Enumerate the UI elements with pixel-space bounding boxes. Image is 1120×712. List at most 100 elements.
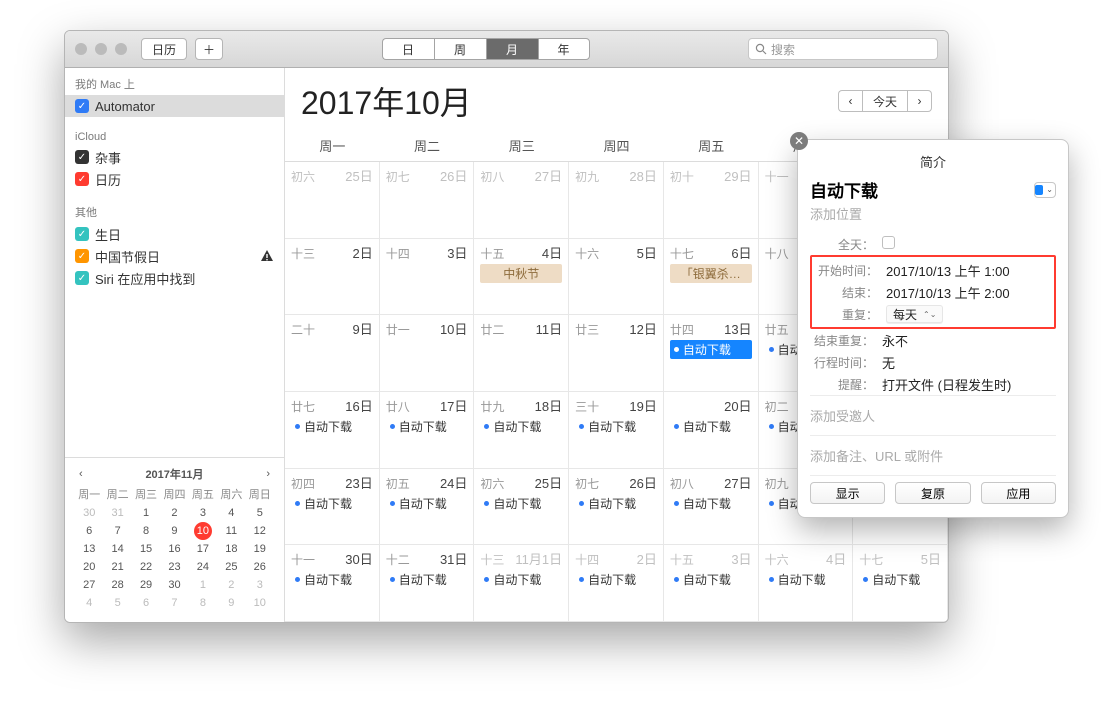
sidebar-item-automator[interactable]: ✓ Automator xyxy=(65,95,284,117)
view-year[interactable]: 年 xyxy=(538,38,590,60)
event[interactable]: 自动下载 xyxy=(386,570,468,589)
mini-day[interactable]: 27 xyxy=(75,576,103,594)
day-cell[interactable]: 20日自动下载 xyxy=(664,392,759,469)
sidebar-item-misc[interactable]: ✓ 杂事 xyxy=(65,146,284,168)
checkbox-icon[interactable]: ✓ xyxy=(75,150,89,164)
event[interactable]: 自动下载 xyxy=(765,570,847,589)
mini-day[interactable]: 20 xyxy=(75,558,103,576)
day-cell[interactable]: 十五3日自动下载 xyxy=(664,545,759,622)
mini-day[interactable]: 3 xyxy=(189,504,217,522)
event[interactable]: 自动下载 xyxy=(575,417,657,436)
mini-day[interactable]: 12 xyxy=(246,522,274,540)
day-cell[interactable]: 廿七16日自动下载 xyxy=(285,392,380,469)
day-cell[interactable]: 初八27日 xyxy=(474,162,569,239)
day-cell[interactable]: 十四3日 xyxy=(380,239,475,316)
mini-day[interactable]: 5 xyxy=(103,594,131,612)
day-cell[interactable]: 三十19日自动下载 xyxy=(569,392,664,469)
view-month[interactable]: 月 xyxy=(486,38,538,60)
add-invitees-field[interactable]: 添加受邀人 xyxy=(810,395,1056,435)
day-cell[interactable]: 初四23日自动下载 xyxy=(285,469,380,546)
event[interactable]: 自动下载 xyxy=(670,570,752,589)
mini-day[interactable]: 14 xyxy=(103,540,131,558)
event[interactable]: 自动下载 xyxy=(480,417,562,436)
mini-day[interactable]: 10 xyxy=(246,594,274,612)
end-repeat-field[interactable]: 永不 xyxy=(882,331,908,350)
view-segmented-control[interactable]: 日 周 月 年 xyxy=(382,38,590,60)
add-location-field[interactable]: 添加位置 xyxy=(810,204,1056,223)
mini-day[interactable]: 26 xyxy=(246,558,274,576)
event-holiday[interactable]: 「银翼杀… xyxy=(670,264,752,283)
day-cell[interactable]: 十二31日自动下载 xyxy=(380,545,475,622)
add-event-button[interactable]: ＋ xyxy=(195,38,223,60)
mini-day[interactable]: 18 xyxy=(217,540,245,558)
mini-day[interactable]: 16 xyxy=(160,540,188,558)
close-icon[interactable] xyxy=(75,43,87,55)
mini-day[interactable]: 21 xyxy=(103,558,131,576)
mini-day[interactable]: 24 xyxy=(189,558,217,576)
checkbox-icon[interactable]: ✓ xyxy=(75,172,89,186)
day-cell[interactable]: 廿一10日 xyxy=(380,315,475,392)
event[interactable]: 自动下载 xyxy=(670,417,752,436)
day-cell[interactable]: 十四2日自动下载 xyxy=(569,545,664,622)
day-cell[interactable]: 二十9日 xyxy=(285,315,380,392)
alert-field[interactable]: 打开文件 (日程发生时) xyxy=(882,375,1011,394)
day-cell[interactable]: 十七5日自动下载 xyxy=(853,545,948,622)
mini-day[interactable]: 2 xyxy=(217,576,245,594)
mini-day[interactable]: 9 xyxy=(160,522,188,540)
mini-day[interactable]: 11 xyxy=(217,522,245,540)
mini-day[interactable]: 10 xyxy=(189,522,217,540)
calendar-color-picker[interactable]: ⌄ xyxy=(1034,182,1056,198)
mini-day[interactable]: 19 xyxy=(246,540,274,558)
sidebar-item-birthday[interactable]: ✓ 生日 xyxy=(65,223,284,245)
day-cell[interactable]: 初十29日 xyxy=(664,162,759,239)
event-holiday[interactable]: 中秋节 xyxy=(480,264,562,283)
show-button[interactable]: 显示 xyxy=(810,482,885,504)
day-cell[interactable]: 初七26日 xyxy=(380,162,475,239)
mini-day[interactable]: 6 xyxy=(132,594,160,612)
day-cell[interactable]: 廿四13日自动下载 xyxy=(664,315,759,392)
day-cell[interactable]: 初六25日 xyxy=(285,162,380,239)
mini-day[interactable]: 28 xyxy=(103,576,131,594)
event[interactable]: 自动下载 xyxy=(386,494,468,513)
day-cell[interactable]: 初七26日自动下载 xyxy=(569,469,664,546)
today-button[interactable]: 今天 xyxy=(862,90,908,112)
mini-day[interactable]: 8 xyxy=(189,594,217,612)
event[interactable]: 自动下载 xyxy=(575,494,657,513)
event[interactable]: 自动下载 xyxy=(480,494,562,513)
mini-day[interactable]: 8 xyxy=(132,522,160,540)
day-cell[interactable]: 十六5日 xyxy=(569,239,664,316)
event[interactable]: 自动下载 xyxy=(670,494,752,513)
mini-day[interactable]: 3 xyxy=(246,576,274,594)
event-selected[interactable]: 自动下载 xyxy=(670,340,752,359)
event[interactable]: 自动下载 xyxy=(386,417,468,436)
day-cell[interactable]: 初八27日自动下载 xyxy=(664,469,759,546)
mini-day[interactable]: 23 xyxy=(160,558,188,576)
day-cell[interactable]: 初五24日自动下载 xyxy=(380,469,475,546)
day-cell[interactable]: 廿九18日自动下载 xyxy=(474,392,569,469)
zoom-icon[interactable] xyxy=(115,43,127,55)
event[interactable]: 自动下载 xyxy=(291,494,373,513)
mini-day[interactable]: 5 xyxy=(246,504,274,522)
apply-button[interactable]: 应用 xyxy=(981,482,1056,504)
day-cell[interactable]: 十三2日 xyxy=(285,239,380,316)
end-time-field[interactable]: 2017/10/13 上午 2:00 xyxy=(886,283,1010,302)
day-cell[interactable]: 十五4日中秋节 xyxy=(474,239,569,316)
day-cell[interactable]: 廿三12日 xyxy=(569,315,664,392)
mini-day[interactable]: 13 xyxy=(75,540,103,558)
mini-day[interactable]: 4 xyxy=(75,594,103,612)
next-month-button[interactable]: › xyxy=(908,90,932,112)
event[interactable]: 自动下载 xyxy=(859,570,941,589)
mini-day[interactable]: 1 xyxy=(189,576,217,594)
day-cell[interactable]: 十七6日「银翼杀… xyxy=(664,239,759,316)
checkbox-icon[interactable]: ✓ xyxy=(75,227,89,241)
search-input[interactable]: 搜索 xyxy=(748,38,938,60)
day-cell[interactable]: 廿八17日自动下载 xyxy=(380,392,475,469)
mini-day[interactable]: 15 xyxy=(132,540,160,558)
add-notes-field[interactable]: 添加备注、URL 或附件 xyxy=(810,435,1056,476)
day-cell[interactable]: 初九28日 xyxy=(569,162,664,239)
mini-day[interactable]: 9 xyxy=(217,594,245,612)
event-title-field[interactable]: 自动下载 xyxy=(810,177,878,202)
revert-button[interactable]: 复原 xyxy=(895,482,970,504)
mini-prev-button[interactable]: ‹ xyxy=(75,468,87,480)
event[interactable]: 自动下载 xyxy=(291,570,373,589)
